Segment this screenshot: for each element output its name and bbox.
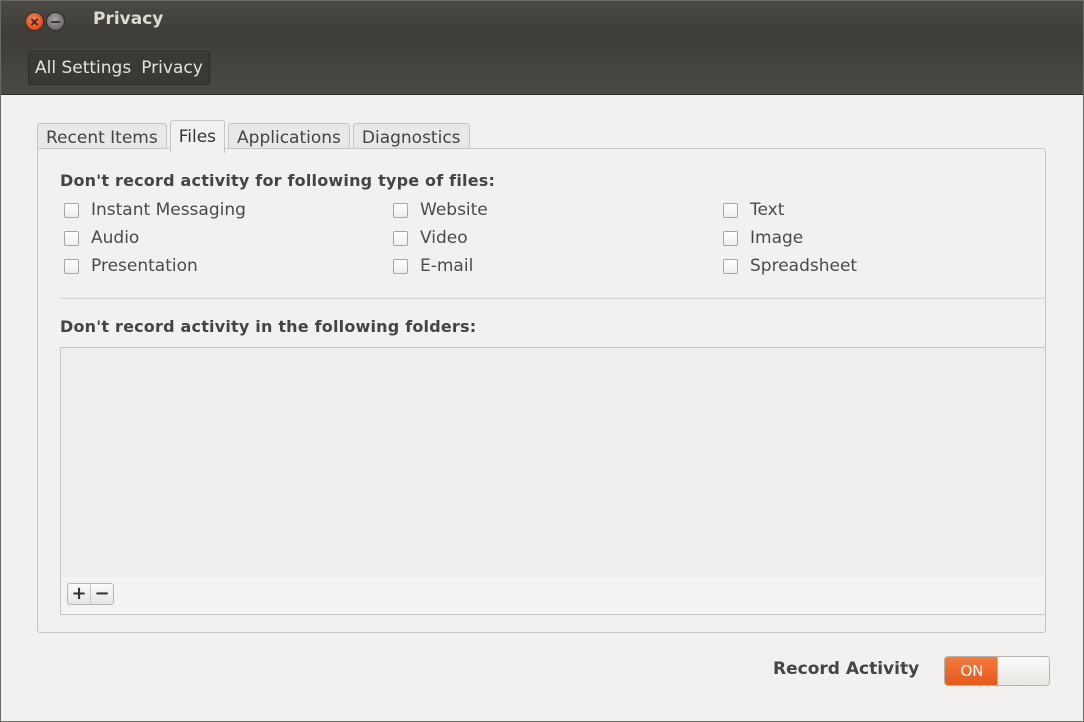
checkbox-presentation[interactable]: Presentation [64,256,198,276]
switch-knob[interactable] [997,657,1049,685]
checkbox-website[interactable]: Website [393,200,488,220]
breadcrumb-all-settings[interactable]: All Settings [29,52,137,84]
checkbox-label: Presentation [91,256,198,276]
checkbox-label: Spreadsheet [750,256,858,276]
minimize-window-icon[interactable] [47,13,64,30]
checkbox-box[interactable] [393,230,408,246]
checkbox-email[interactable]: E-mail [393,256,473,276]
files-tab-panel: Don't record activity for following type… [37,148,1046,633]
record-activity-switch[interactable]: ON [944,656,1050,686]
excluded-folders-box: + − [60,347,1046,615]
checkbox-label: Instant Messaging [91,200,246,220]
close-window-icon[interactable] [26,13,43,30]
remove-folder-button[interactable]: − [90,584,113,604]
checkbox-text[interactable]: Text [723,200,784,220]
folders-toolbar: + − [61,577,1045,614]
checkbox-box[interactable] [64,230,79,246]
switch-on-label: ON [945,657,999,685]
settings-toolbar: All Settings Privacy [1,41,1083,95]
checkbox-box[interactable] [723,202,738,218]
checkbox-box[interactable] [64,202,79,218]
checkbox-label: Website [420,200,488,220]
checkbox-box[interactable] [393,258,408,274]
checkbox-label: Text [750,200,785,220]
file-types-heading: Don't record activity for following type… [60,171,496,190]
checkbox-label: Audio [91,228,140,248]
checkbox-label: E-mail [420,256,474,276]
checkbox-instant-messaging[interactable]: Instant Messaging [64,200,246,220]
checkbox-label: Image [750,228,804,248]
record-activity-label: Record Activity [773,659,920,679]
folders-heading: Don't record activity in the following f… [60,317,477,336]
checkbox-video[interactable]: Video [393,228,468,248]
checkbox-audio[interactable]: Audio [64,228,139,248]
window-title: Privacy [93,9,164,29]
breadcrumb-privacy[interactable]: Privacy [137,52,209,84]
checkbox-box[interactable] [64,258,79,274]
tab-files[interactable]: Files [169,120,226,153]
excluded-folders-list[interactable] [61,348,1045,579]
checkbox-box[interactable] [723,230,738,246]
breadcrumb: All Settings Privacy [28,51,210,85]
section-divider [60,298,1046,299]
add-remove-buttons: + − [67,583,114,605]
checkbox-image[interactable]: Image [723,228,803,248]
title-bar: Privacy [1,1,1083,41]
checkbox-spreadsheet[interactable]: Spreadsheet [723,256,857,276]
checkbox-box[interactable] [723,258,738,274]
checkbox-box[interactable] [393,202,408,218]
add-folder-button[interactable]: + [68,584,90,604]
checkbox-label: Video [420,228,468,248]
privacy-window: Privacy All Settings Privacy Recent Item… [0,0,1084,722]
